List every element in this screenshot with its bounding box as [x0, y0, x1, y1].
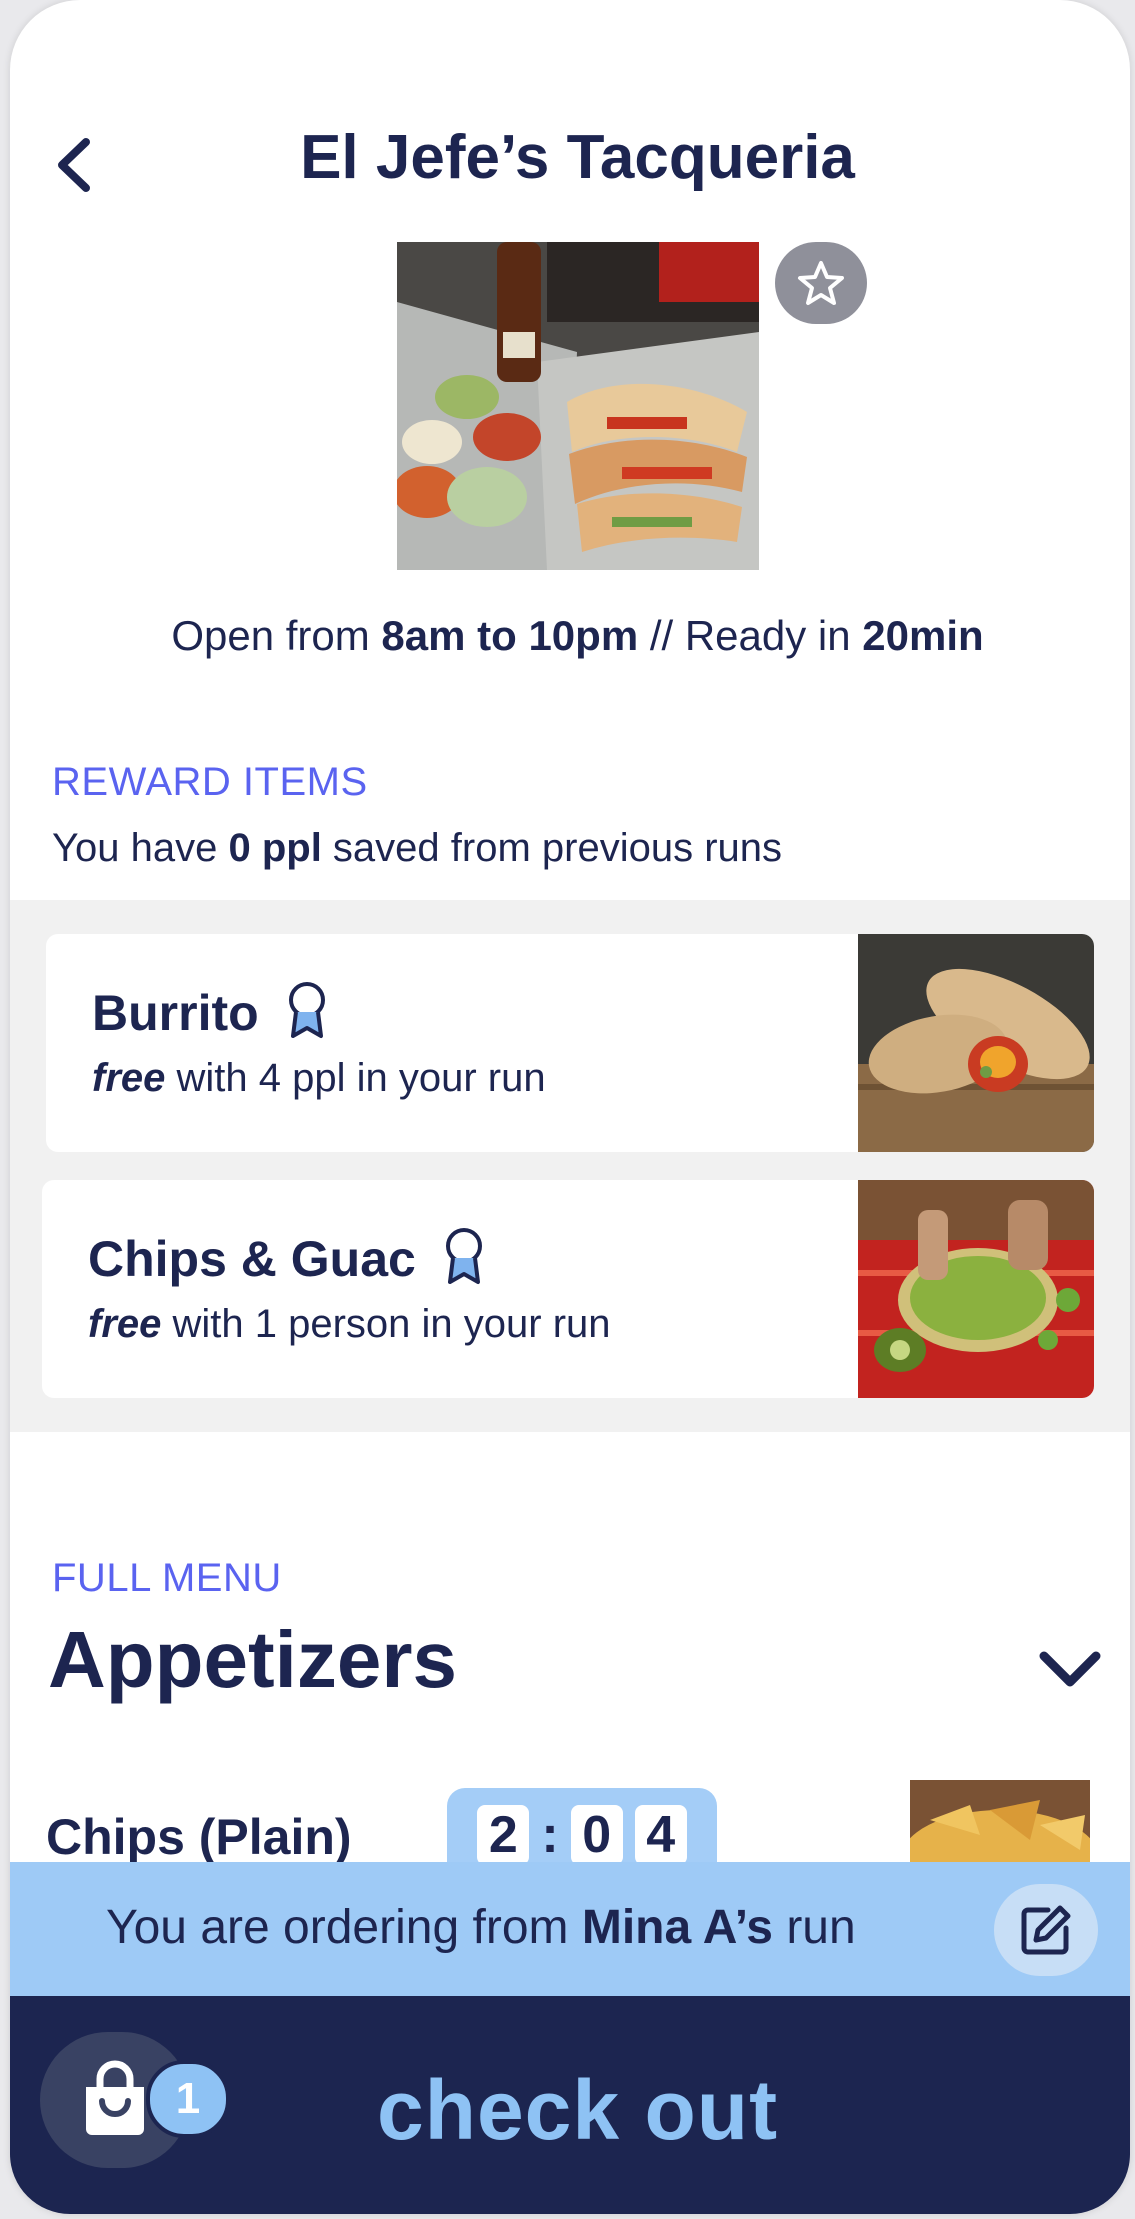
hours-prefix: Open from [171, 612, 382, 659]
category-title: Appetizers [48, 1615, 457, 1704]
restaurant-title: El Jefe’s Tacqueria [300, 123, 855, 192]
phone-screen: El Jefe’s Tacqueria Open from 8am to 10p… [10, 0, 1130, 2214]
ready-time: 20min [862, 612, 984, 659]
reward-item-burrito[interactable]: Burrito free with 4 ppl in your run [46, 934, 1094, 1152]
reward-item-name-text: Burrito [92, 985, 259, 1041]
reward-item-name: Chips & Guac [88, 1226, 488, 1288]
menu-item-name[interactable]: Chips (Plain) [46, 1808, 352, 1866]
menu-item-photo [910, 1780, 1090, 1870]
hours-value: 8am to 10pm [381, 612, 639, 659]
timer-digit: 2 [477, 1805, 530, 1865]
reward-items-list: Burrito free with 4 ppl in your run Chip… [10, 900, 1130, 1432]
reward-subtitle: You have 0 ppl saved from previous runs [52, 826, 782, 871]
run-suffix: run [772, 1901, 856, 1954]
timer-digit: 4 [634, 1805, 687, 1865]
checkout-button[interactable]: 1 check out [10, 1996, 1130, 2214]
run-owner: Mina A’s [581, 1901, 773, 1954]
run-prefix: You are ordering from [106, 1901, 582, 1954]
favorite-button[interactable] [775, 242, 867, 324]
hours-info: Open from 8am to 10pm // Ready in 20min [10, 612, 1130, 660]
reward-item-desc: free with 4 ppl in your run [92, 1056, 546, 1101]
run-text: You are ordering from Mina A’s run [106, 1900, 856, 1955]
edit-icon [1021, 1905, 1071, 1955]
reward-free-label: free [88, 1302, 162, 1346]
reward-free-label: free [92, 1056, 166, 1100]
restaurant-photo [397, 242, 759, 570]
reward-items-label: REWARD ITEMS [52, 760, 368, 804]
reward-condition: with 4 ppl in your run [165, 1056, 546, 1100]
chips-guac-photo [858, 1180, 1094, 1398]
award-ribbon-icon [445, 1228, 482, 1284]
reward-condition: with 1 person in your run [161, 1302, 611, 1346]
timer-digit: 0 [570, 1805, 623, 1865]
star-icon [798, 261, 844, 305]
reward-item-name: Burrito [92, 980, 331, 1042]
run-banner: You are ordering from Mina A’s run [10, 1862, 1130, 1996]
reward-sub-suffix: saved from previous runs [321, 826, 783, 870]
chevron-down-icon [1039, 1651, 1101, 1687]
ready-prefix: // Ready in [638, 612, 863, 659]
reward-item-name-text: Chips & Guac [88, 1231, 416, 1287]
reward-item-chips-guac[interactable]: Chips & Guac free with 1 person in your … [42, 1180, 1094, 1398]
award-ribbon-icon [288, 982, 325, 1038]
burrito-photo [858, 934, 1094, 1152]
checkout-label: check out [376, 2063, 779, 2157]
category-toggle[interactable] [1030, 1640, 1110, 1700]
timer-colon: : [541, 1806, 559, 1864]
edit-run-button[interactable] [994, 1884, 1098, 1976]
reward-item-desc: free with 1 person in your run [88, 1302, 611, 1347]
reward-sub-prefix: You have [52, 826, 229, 870]
full-menu-label: FULL MENU [52, 1556, 282, 1600]
reward-sub-count: 0 ppl [228, 826, 322, 870]
